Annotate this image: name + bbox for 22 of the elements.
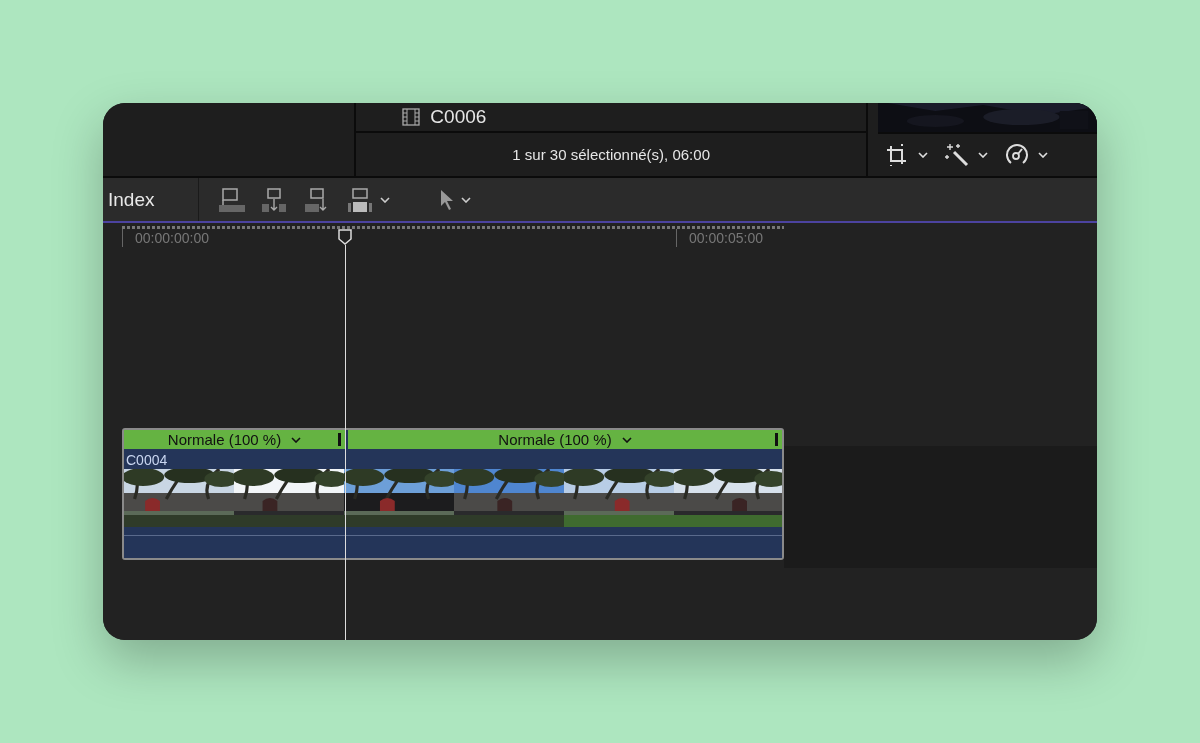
speed-label[interactable]: Normale (100 %): [498, 431, 612, 448]
clip-name: C0004: [125, 451, 169, 469]
caret-icon[interactable]: [621, 436, 632, 443]
connect-clip-icon[interactable]: [217, 186, 245, 213]
overwrite-clip-icon[interactable]: [346, 186, 374, 213]
video-clip[interactable]: Normale (100 %) Normale (100 %) C0004: [122, 428, 784, 560]
magic-wand-icon[interactable]: [944, 142, 970, 168]
insert-clip-icon[interactable]: [260, 186, 288, 213]
segment-handle[interactable]: [775, 433, 778, 446]
index-label[interactable]: Index: [108, 188, 155, 211]
segment-handle[interactable]: [338, 433, 341, 446]
timecode-label: 00:00:05:00: [689, 230, 763, 246]
caret-icon[interactable]: [291, 436, 302, 443]
speed-label[interactable]: Normale (100 %): [167, 431, 282, 448]
film-icon: [402, 108, 421, 126]
pointer-icon[interactable]: [439, 187, 455, 212]
speed-segment[interactable]: Normale (100 %): [348, 430, 782, 449]
clip-title: C0006: [430, 106, 487, 128]
timecode-label: 00:00:00:00: [135, 230, 209, 246]
speed-segment[interactable]: Normale (100 %): [124, 430, 345, 449]
playhead-icon[interactable]: [338, 229, 352, 245]
selection-status: 1 sur 30 sélectionné(s), 06:00: [512, 146, 710, 163]
